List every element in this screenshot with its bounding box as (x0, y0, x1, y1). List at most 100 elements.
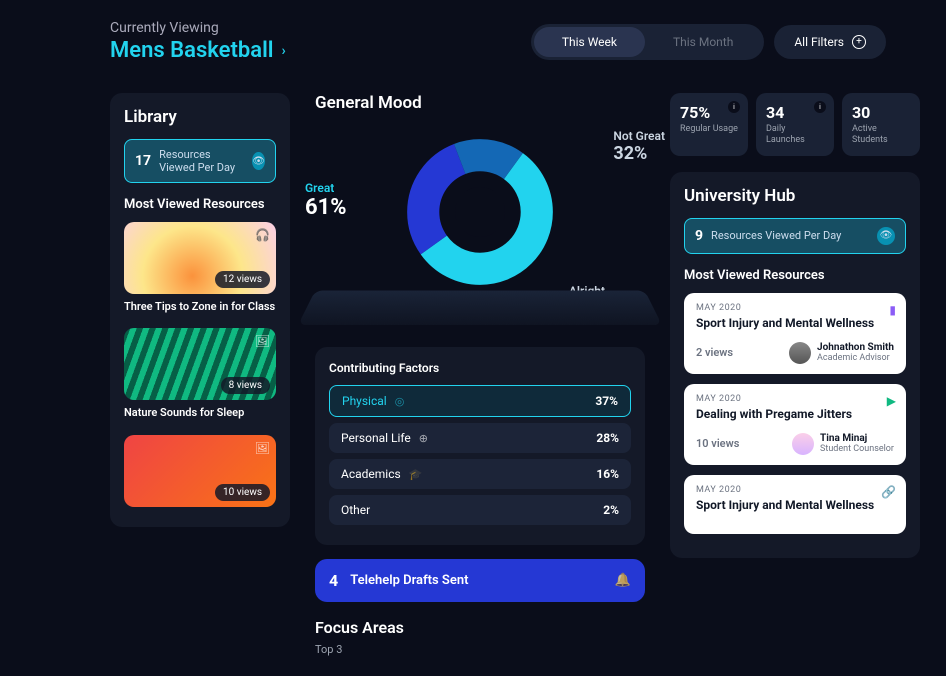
stats-row: i 75% Regular Usage i 34 Daily Launches … (670, 93, 920, 156)
library-per-day-label: Resources Viewed Per Day (159, 148, 244, 174)
physical-icon: ◎ (395, 395, 405, 408)
author-role: Student Counselor (820, 444, 894, 454)
stat-value: 30 (852, 103, 910, 122)
donut-label-great: Great 61% (305, 181, 347, 220)
eye-icon: 👁 (877, 227, 895, 245)
hub-most-viewed-heading: Most Viewed Resources (684, 268, 906, 283)
graduation-icon: 🎓 (409, 468, 423, 481)
headphones-icon: 🎧 (255, 228, 270, 242)
library-column: Library 17 Resources Viewed Per Day 👁 Mo… (110, 93, 290, 656)
mood-donut-chart: Great 61% Not Great 32% Alright 18% (315, 137, 645, 287)
hub-per-day-number: 9 (695, 228, 703, 244)
chart-pedestal (298, 291, 662, 326)
factor-pct: 37% (595, 394, 618, 408)
main-grid: Library 17 Resources Viewed Per Day 👁 Mo… (110, 93, 886, 656)
views-badge: 10 views (215, 484, 270, 501)
right-column: i 75% Regular Usage i 34 Daily Launches … (670, 93, 920, 656)
donut-svg (405, 137, 555, 287)
chevron-right-icon: › (282, 43, 286, 59)
factor-row-personal[interactable]: Personal Life ⊕ 28% (329, 423, 631, 453)
stat-label: Daily Launches (766, 124, 824, 146)
author-name: Johnathon Smith (817, 342, 894, 353)
viewing-title-text: Mens Basketball (110, 38, 274, 63)
stat-label: Active Students (852, 124, 910, 146)
label-pct: 61% (305, 195, 347, 220)
focus-areas-sub: Top 3 (315, 643, 645, 656)
filters-label: All Filters (794, 35, 844, 49)
library-per-day-pill[interactable]: 17 Resources Viewed Per Day 👁 (124, 139, 276, 183)
viewing-label: Currently Viewing (110, 20, 286, 36)
views-badge: 8 views (221, 377, 270, 394)
views-badge: 12 views (215, 271, 270, 288)
factor-label: Personal Life (341, 431, 411, 445)
avatar (789, 342, 811, 364)
stat-students[interactable]: 30 Active Students (842, 93, 920, 156)
stat-label: Regular Usage (680, 124, 738, 135)
header: Currently Viewing Mens Basketball › This… (110, 20, 886, 63)
info-dot-icon: i (814, 101, 826, 113)
tab-this-week[interactable]: This Week (534, 27, 645, 57)
factor-pct: 2% (603, 503, 619, 517)
focus-areas-title: Focus Areas (315, 618, 645, 637)
viewing-title[interactable]: Mens Basketball › (110, 38, 286, 63)
hub-per-day-pill[interactable]: 9 Resources Viewed Per Day 👁 (684, 218, 906, 254)
bell-icon: 🔔 (615, 573, 631, 588)
resource-thumb[interactable]: 🖼 10 views (124, 435, 276, 507)
time-toggle: This Week This Month (531, 24, 764, 60)
factor-label: Physical (342, 394, 387, 408)
label-pct: 32% (613, 143, 665, 164)
resource-title: Three Tips to Zone in for Class (124, 300, 276, 314)
post-title: Sport Injury and Mental Wellness (696, 316, 894, 330)
hub-post[interactable]: 🔗 MAY 2020 Sport Injury and Mental Welln… (684, 475, 906, 534)
post-title: Dealing with Pregame Jitters (696, 407, 894, 421)
stat-launches[interactable]: i 34 Daily Launches (756, 93, 834, 156)
all-filters-button[interactable]: All Filters + (774, 25, 886, 59)
image-icon: 🖼 (255, 334, 270, 348)
video-icon: ▶ (887, 394, 896, 408)
library-title: Library (124, 107, 276, 127)
stat-usage[interactable]: i 75% Regular Usage (670, 93, 748, 156)
resource-thumb[interactable]: 🖼 8 views (124, 328, 276, 400)
factor-row-other[interactable]: Other 2% (329, 495, 631, 525)
factors-title: Contributing Factors (329, 361, 631, 375)
resource-title: Nature Sounds for Sleep (124, 406, 276, 420)
library-per-day-number: 17 (135, 153, 151, 169)
university-hub-card: University Hub 9 Resources Viewed Per Da… (670, 172, 920, 558)
center-column: General Mood Great 61% Not Great 32% Alr… (315, 93, 645, 656)
eye-icon: 👁 (252, 152, 265, 170)
author-name: Tina Minaj (820, 433, 894, 444)
author-role: Academic Advisor (817, 353, 894, 363)
link-icon: 🔗 (881, 485, 896, 499)
label-text: Not Great (613, 129, 665, 143)
hub-post[interactable]: ▮ MAY 2020 Sport Injury and Mental Welln… (684, 293, 906, 374)
hub-post[interactable]: ▶ MAY 2020 Dealing with Pregame Jitters … (684, 384, 906, 465)
most-viewed-heading: Most Viewed Resources (124, 197, 276, 212)
document-icon: ▮ (889, 303, 896, 317)
info-dot-icon: i (728, 101, 740, 113)
plus-icon: + (852, 35, 866, 49)
post-date: MAY 2020 (696, 485, 894, 495)
post-views: 10 views (696, 437, 739, 450)
post-views: 2 views (696, 346, 733, 359)
label-text: Great (305, 181, 334, 195)
factor-pct: 28% (596, 431, 619, 445)
telehelp-label: Telehelp Drafts Sent (350, 573, 468, 588)
post-date: MAY 2020 (696, 303, 894, 313)
telehelp-number: 4 (329, 571, 338, 590)
header-controls: This Week This Month All Filters + (531, 24, 886, 60)
general-mood-title: General Mood (315, 93, 645, 113)
telehelp-banner[interactable]: 4 Telehelp Drafts Sent 🔔 (315, 559, 645, 602)
hub-per-day-label: Resources Viewed Per Day (711, 229, 841, 242)
avatar (792, 433, 814, 455)
factor-label: Academics (341, 467, 401, 481)
factor-row-physical[interactable]: Physical ◎ 37% (329, 385, 631, 417)
tab-this-month[interactable]: This Month (645, 27, 761, 57)
resource-thumb[interactable]: 🎧 12 views (124, 222, 276, 294)
library-card: Library 17 Resources Viewed Per Day 👁 Mo… (110, 93, 290, 527)
factor-row-academics[interactable]: Academics🎓 16% (329, 459, 631, 489)
viewing-selector[interactable]: Currently Viewing Mens Basketball › (110, 20, 286, 63)
globe-icon: ⊕ (419, 432, 428, 445)
factor-label: Other (341, 503, 370, 517)
post-author: Tina Minaj Student Counselor (792, 433, 894, 455)
post-author: Johnathon Smith Academic Advisor (789, 342, 894, 364)
